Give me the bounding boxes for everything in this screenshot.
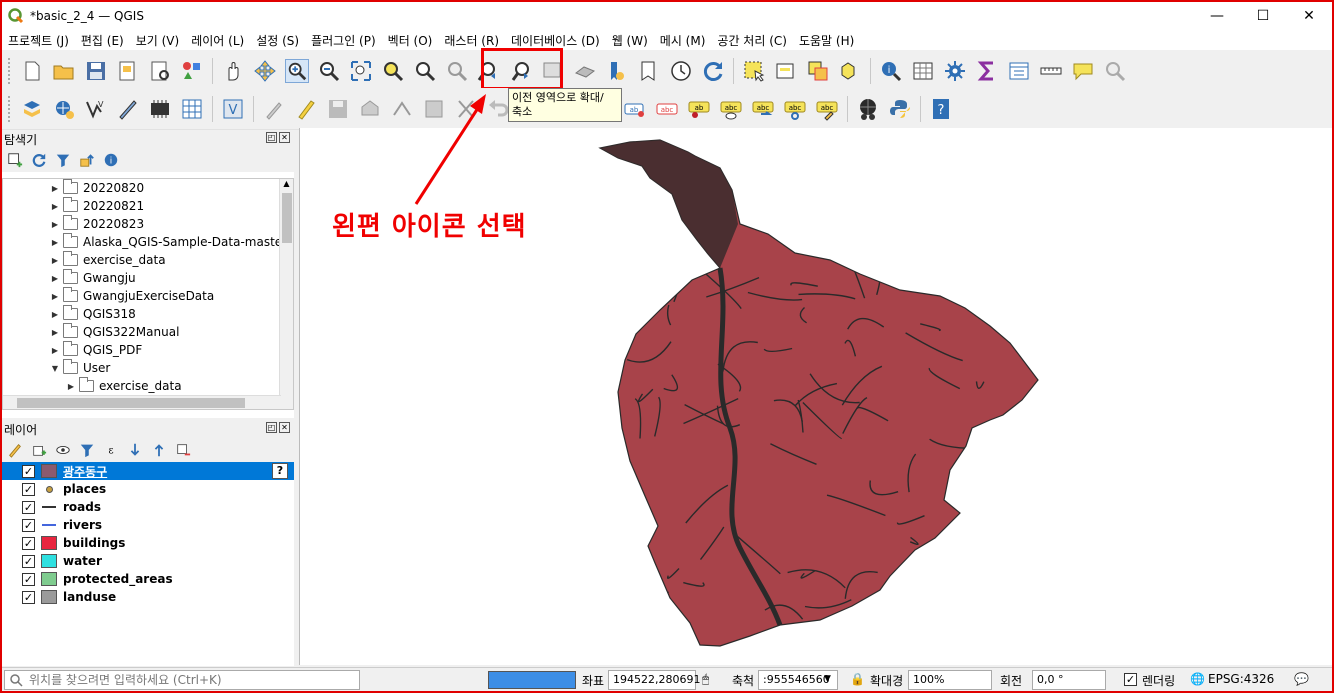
lock-icon[interactable]: 🔒 bbox=[850, 672, 865, 686]
messages-icon[interactable]: 💬 bbox=[1294, 672, 1309, 686]
mouse-icon[interactable]: 🖱 bbox=[702, 672, 709, 687]
crs-button[interactable]: EPSG:4326 bbox=[1208, 672, 1274, 686]
render-checkbox[interactable]: ✓ bbox=[1124, 673, 1137, 686]
magnifier-label: 확대경 bbox=[870, 674, 904, 688]
coordinate-label: 좌표 bbox=[582, 674, 605, 688]
globe-icon: 🌐 bbox=[1190, 672, 1205, 686]
chevron-down-icon[interactable]: ▼ bbox=[824, 674, 831, 684]
search-placeholder: 위치를 찾으려면 입력하세요 (Ctrl+K) bbox=[29, 673, 222, 687]
rotation-field[interactable]: 0,0 ° bbox=[1032, 670, 1106, 690]
annotation-text: 왼편 아이콘 선택 bbox=[332, 212, 527, 242]
coordinate-field[interactable]: 194522,280691 bbox=[608, 670, 700, 690]
search-icon bbox=[10, 673, 23, 687]
progress-bar bbox=[488, 671, 576, 689]
render-label: 렌더링 bbox=[1142, 674, 1176, 688]
rotation-label: 회전 bbox=[1000, 674, 1023, 688]
scale-label: 축척 bbox=[732, 674, 755, 688]
magnifier-field[interactable]: 100% bbox=[908, 670, 992, 690]
status-bar: 위치를 찾으려면 입력하세요 (Ctrl+K) 좌표 194522,280691… bbox=[2, 667, 1332, 691]
annotation-arrow bbox=[414, 94, 486, 205]
locator-search-input[interactable]: 위치를 찾으려면 입력하세요 (Ctrl+K) bbox=[4, 669, 360, 690]
